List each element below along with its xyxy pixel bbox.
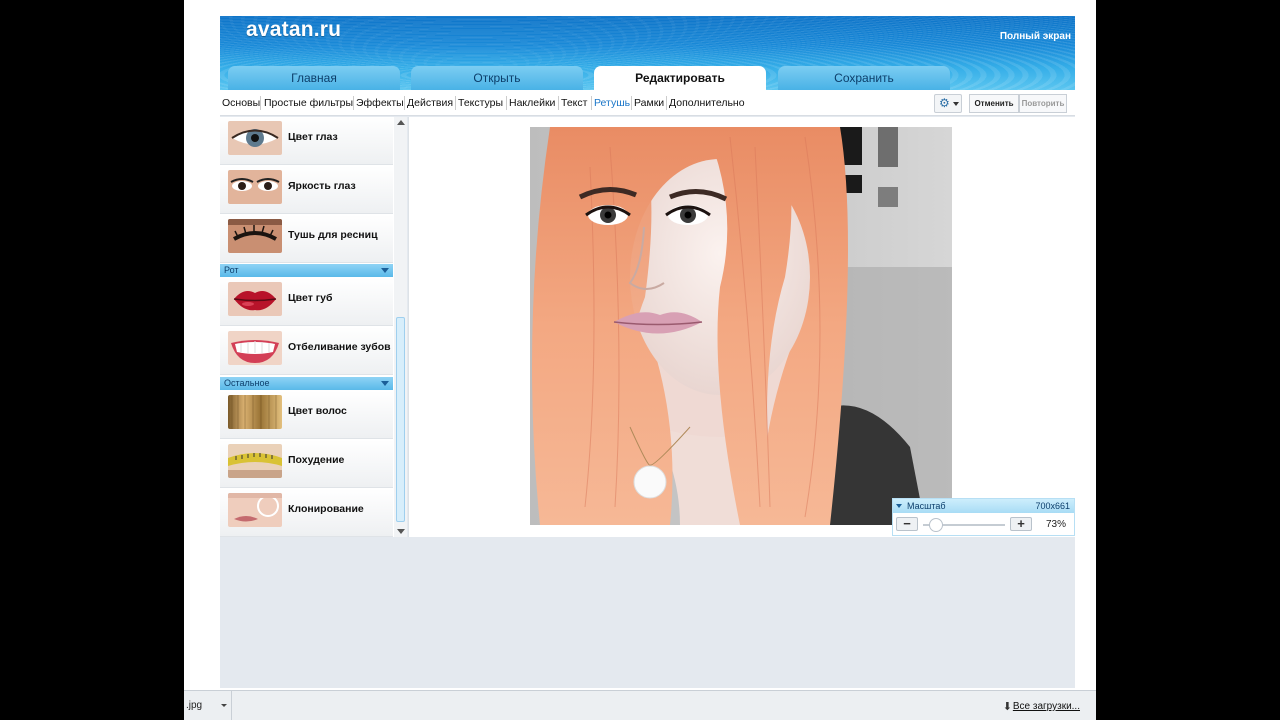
all-downloads-link[interactable]: Все загрузки...	[1013, 701, 1080, 712]
toolbar-item-actions[interactable]: Действия	[407, 97, 453, 109]
undo-button[interactable]: Отменить	[969, 94, 1019, 113]
toolbar-item-text[interactable]: Текст	[561, 97, 587, 109]
zoom-panel: Масштаб 700x661 − + 73%	[892, 498, 1075, 536]
tab-save[interactable]: Сохранить	[778, 66, 950, 90]
retouch-item-eye-color[interactable]: Цвет глаз	[220, 117, 393, 165]
retouch-item-label: Похудение	[288, 454, 345, 466]
lip-color-thumb	[228, 282, 282, 316]
retouch-item-label: Цвет волос	[288, 405, 347, 417]
toolbar-item-retouch[interactable]: Ретушь	[594, 97, 630, 109]
toolbar-separator	[506, 96, 507, 110]
edit-toolbar: Основы Простые фильтры Эффекты Действия …	[220, 90, 1075, 116]
retouch-item-label: Цвет губ	[288, 292, 333, 304]
tab-edit[interactable]: Редактировать	[594, 66, 766, 90]
zoom-title: Масштаб	[907, 501, 946, 511]
retouch-item-label: Клонирование	[288, 503, 364, 515]
download-bar: .jpg ⬇ Все загрузки...	[184, 690, 1096, 720]
clone-thumb	[228, 493, 282, 527]
toolbar-separator	[591, 96, 592, 110]
hair-color-thumb	[228, 395, 282, 429]
zoom-percent: 73%	[1045, 519, 1066, 530]
settings-button[interactable]: ⚙	[934, 94, 962, 113]
chevron-down-icon	[381, 268, 389, 273]
chevron-down-icon[interactable]	[221, 704, 227, 707]
site-logo[interactable]: avatan.ru	[246, 18, 341, 42]
toolbar-item-basics[interactable]: Основы	[222, 97, 260, 109]
toolbar-separator	[631, 96, 632, 110]
retouch-item-eye-brightness[interactable]: Яркость глаз	[220, 166, 393, 214]
mascara-thumb	[228, 219, 282, 253]
toolbar-item-more[interactable]: Дополнительно	[669, 97, 745, 109]
browser-window: avatan.ru Полный экран Главная Открыть Р…	[184, 0, 1096, 720]
section-label: Остальное	[224, 378, 270, 388]
zoom-out-button[interactable]: −	[896, 517, 918, 531]
zoom-header[interactable]: Масштаб 700x661	[893, 499, 1074, 513]
retouch-item-label: Отбеливание зубов	[288, 341, 391, 353]
toolbar-item-textures[interactable]: Текстуры	[458, 97, 503, 109]
section-mouth[interactable]: Рот	[220, 264, 393, 277]
retouch-item-hair-color[interactable]: Цвет волос	[220, 391, 393, 439]
toolbar-separator	[455, 96, 456, 110]
eye-color-thumb	[228, 121, 282, 155]
section-other[interactable]: Остальное	[220, 377, 393, 390]
retouch-item-lip-color[interactable]: Цвет губ	[220, 278, 393, 326]
toolbar-item-stickers[interactable]: Наклейки	[509, 97, 555, 109]
edited-photo[interactable]	[530, 127, 952, 525]
retouch-item-mascara[interactable]: Тушь для ресниц	[220, 215, 393, 263]
toolbar-separator	[353, 96, 354, 110]
redo-button[interactable]: Повторить	[1019, 94, 1067, 113]
retouch-item-slimming[interactable]: Похудение	[220, 440, 393, 488]
teeth-whitening-thumb	[228, 331, 282, 365]
chevron-down-icon	[953, 102, 959, 106]
gear-icon: ⚙	[939, 96, 950, 110]
toolbar-separator	[260, 96, 261, 110]
retouch-panel: Цвет глаз Яркость глаз Тушь для ресниц Р…	[220, 117, 407, 537]
zoom-in-button[interactable]: +	[1010, 517, 1032, 531]
image-size: 700x661	[1035, 501, 1070, 511]
zoom-slider-handle[interactable]	[929, 518, 944, 532]
retouch-item-teeth-whitening[interactable]: Отбеливание зубов	[220, 327, 393, 375]
chevron-down-icon	[381, 381, 389, 386]
panel-scrollbar[interactable]	[394, 117, 407, 537]
fullscreen-link[interactable]: Полный экран	[1000, 31, 1071, 42]
retouch-item-clone[interactable]: Клонирование	[220, 489, 393, 537]
toolbar-separator	[558, 96, 559, 110]
screen: avatan.ru Полный экран Главная Открыть Р…	[0, 0, 1280, 720]
tab-open[interactable]: Открыть	[411, 66, 583, 90]
eye-brightness-thumb	[228, 170, 282, 204]
retouch-item-label: Цвет глаз	[288, 131, 338, 143]
download-icon: ⬇	[1002, 701, 1012, 713]
editor-canvas[interactable]	[408, 117, 1075, 537]
tab-home[interactable]: Главная	[228, 66, 400, 90]
scroll-down-icon[interactable]	[397, 529, 405, 534]
download-file-name: .jpg	[186, 700, 203, 711]
retouch-item-label: Яркость глаз	[288, 180, 356, 192]
slimming-thumb	[228, 444, 282, 478]
download-item[interactable]: .jpg	[184, 691, 232, 720]
toolbar-item-effects[interactable]: Эффекты	[356, 97, 404, 109]
avatan-editor: avatan.ru Полный экран Главная Открыть Р…	[220, 16, 1075, 688]
scroll-thumb[interactable]	[396, 317, 405, 522]
scroll-up-icon[interactable]	[397, 120, 405, 125]
chevron-down-icon	[896, 504, 902, 508]
toolbar-item-simple-filters[interactable]: Простые фильтры	[264, 97, 353, 109]
header: avatan.ru Полный экран Главная Открыть Р…	[220, 16, 1075, 90]
section-label: Рот	[224, 265, 239, 275]
toolbar-separator	[404, 96, 405, 110]
toolbar-item-frames[interactable]: Рамки	[634, 97, 664, 109]
retouch-item-label: Тушь для ресниц	[288, 229, 378, 241]
toolbar-separator	[666, 96, 667, 110]
